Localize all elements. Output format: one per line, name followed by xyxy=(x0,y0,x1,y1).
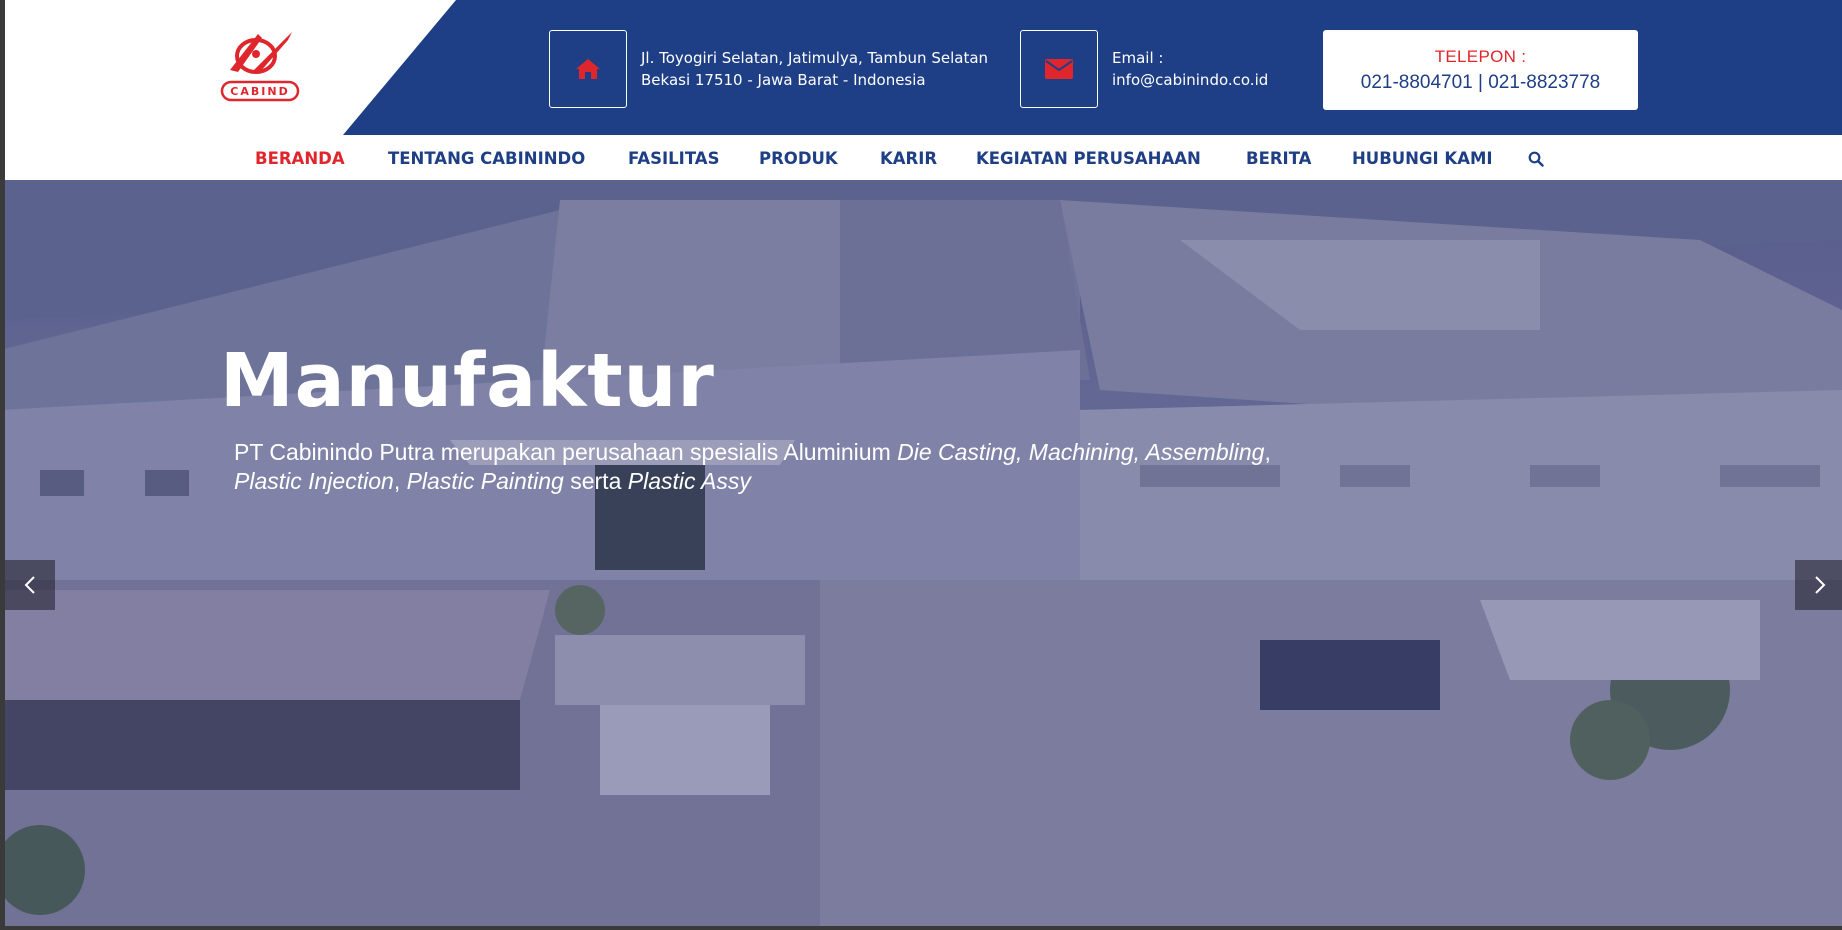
email-icon-box xyxy=(1020,30,1098,108)
phone-label: TELEPON : xyxy=(1434,47,1527,66)
address-icon-box xyxy=(549,30,627,108)
slider-next-button[interactable] xyxy=(1795,560,1842,610)
nav-item-beranda[interactable]: BERANDA xyxy=(255,149,345,168)
hero-desc-italic1: Die Casting, Machining, Assembling xyxy=(897,439,1265,465)
hero-overlay xyxy=(0,180,1842,930)
site-header: CABIND Jl. Toyogiri Selatan, Jatimulya, … xyxy=(0,0,1842,183)
search-icon[interactable] xyxy=(1528,151,1544,172)
email-text: Email : info@cabinindo.co.id xyxy=(1112,47,1268,91)
nav-item-produk[interactable]: PRODUK xyxy=(759,149,838,168)
hero-desc-part1: PT Cabinindo Putra merupakan perusahaan … xyxy=(234,439,898,465)
hero-desc-comma1: , xyxy=(1264,439,1271,465)
hero-slider: Manufaktur PT Cabinindo Putra merupakan … xyxy=(0,180,1842,930)
hero-description: PT Cabinindo Putra merupakan perusahaan … xyxy=(234,438,1334,496)
phone-box: TELEPON : 021-8804701 | 021-8823778 xyxy=(1323,30,1638,110)
chevron-left-icon xyxy=(24,576,35,594)
hero-desc-italic2: Plastic Injection xyxy=(234,468,394,494)
address-line1: Jl. Toyogiri Selatan, Jatimulya, Tambun … xyxy=(641,49,989,67)
hero-title: Manufaktur xyxy=(220,338,715,424)
email-value[interactable]: info@cabinindo.co.id xyxy=(1112,69,1268,91)
hero-desc-italic3: Plastic Painting xyxy=(406,468,564,494)
address-text: Jl. Toyogiri Selatan, Jatimulya, Tambun … xyxy=(641,47,988,91)
hero-desc-part2: serta xyxy=(563,468,628,494)
chevron-right-icon xyxy=(1815,576,1826,594)
address-line2: Bekasi 17510 - Jawa Barat - Indonesia xyxy=(641,71,926,89)
logo-text: CABIND xyxy=(230,85,289,98)
hero-desc-italic4: Plastic Assy xyxy=(627,468,751,494)
cabind-logo[interactable]: CABIND xyxy=(218,30,304,106)
home-icon xyxy=(576,59,600,79)
slider-prev-button[interactable] xyxy=(5,560,55,610)
hero-desc-comma2: , xyxy=(393,468,407,494)
nav-item-tentang-cabinindo[interactable]: TENTANG CABININDO xyxy=(388,149,585,168)
nav-item-berita[interactable]: BERITA xyxy=(1246,149,1311,168)
nav-item-karir[interactable]: KARIR xyxy=(880,149,937,168)
envelope-icon xyxy=(1045,59,1073,79)
nav-item-hubungi-kami[interactable]: HUBUNGI KAMI xyxy=(1352,149,1493,168)
email-label: Email : xyxy=(1112,49,1164,67)
nav-item-kegiatan-perusahaan[interactable]: KEGIATAN PERUSAHAAN xyxy=(976,149,1201,168)
phone-numbers[interactable]: 021-8804701 | 021-8823778 xyxy=(1323,70,1638,96)
main-nav: BERANDA TENTANG CABININDO FASILITAS PROD… xyxy=(213,135,1638,183)
nav-item-fasilitas[interactable]: FASILITAS xyxy=(628,149,719,168)
